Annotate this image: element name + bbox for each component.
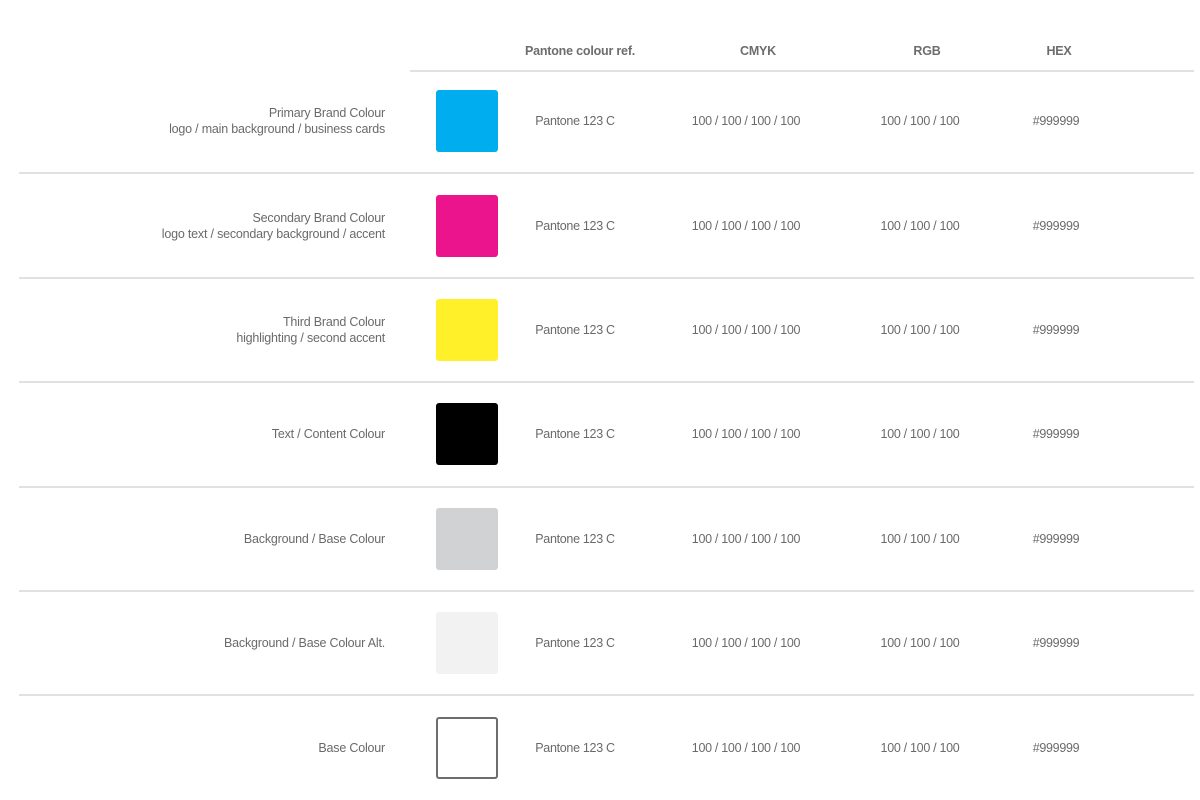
rgb-value: 100 / 100 / 100	[880, 322, 960, 337]
pantone-value: Pantone 123 C	[535, 531, 615, 546]
cmyk-value: 100 / 100 / 100 / 100	[691, 531, 801, 546]
colour-title: Third Brand Colour	[282, 314, 385, 329]
colour-title: Base Colour	[318, 740, 385, 755]
header-pantone: Pantone colour ref.	[524, 44, 636, 58]
pantone-value: Pantone 123 C	[535, 740, 615, 755]
hex-value: #999999	[1032, 114, 1080, 129]
colour-swatch	[436, 716, 498, 779]
table-header: Pantone colour ref. CMYK RGB HEX	[410, 0, 1194, 72]
rgb-value: 100 / 100 / 100	[880, 740, 960, 755]
hex-value: #999999	[1032, 218, 1080, 233]
colour-title: Secondary Brand Colour	[252, 210, 386, 225]
hex-value: #999999	[1032, 322, 1080, 337]
colour-swatch	[436, 507, 498, 570]
colour-row: Secondary Brand Colour logo text / secon…	[19, 172, 1194, 276]
cmyk-value: 100 / 100 / 100 / 100	[691, 114, 801, 129]
colour-label: Primary Brand Colour logo / main backgro…	[169, 105, 385, 137]
colour-row: Background / Base Colour Pantone 123 C 1…	[19, 485, 1194, 590]
colour-usage: logo text / secondary background / accen…	[161, 226, 385, 241]
rgb-value: 100 / 100 / 100	[880, 636, 960, 651]
rgb-value: 100 / 100 / 100	[880, 531, 960, 546]
rgb-value: 100 / 100 / 100	[880, 427, 960, 442]
pantone-value: Pantone 123 C	[535, 114, 615, 129]
colour-label: Background / Base Colour Alt.	[224, 635, 385, 651]
cmyk-value: 100 / 100 / 100 / 100	[691, 427, 801, 442]
cmyk-value: 100 / 100 / 100 / 100	[691, 218, 801, 233]
colour-table: Primary Brand Colour logo / main backgro…	[19, 70, 1194, 799]
colour-label: Text / Content Colour	[272, 426, 385, 442]
rgb-value: 100 / 100 / 100	[880, 218, 960, 233]
pantone-value: Pantone 123 C	[535, 218, 615, 233]
colour-row: Text / Content Colour Pantone 123 C 100 …	[19, 381, 1194, 485]
colour-swatch	[436, 612, 498, 675]
colour-title: Primary Brand Colour	[268, 106, 385, 121]
colour-row: Base Colour Pantone 123 C 100 / 100 / 10…	[19, 694, 1194, 798]
colour-swatch	[436, 403, 498, 466]
colour-title: Text / Content Colour	[271, 427, 385, 442]
header-cmyk: CMYK	[739, 44, 777, 58]
colour-usage: highlighting / second accent	[236, 330, 385, 345]
colour-row: Background / Base Colour Alt. Pantone 12…	[19, 589, 1194, 694]
cmyk-value: 100 / 100 / 100 / 100	[691, 636, 801, 651]
hex-value: #999999	[1032, 427, 1080, 442]
pantone-value: Pantone 123 C	[535, 636, 615, 651]
hex-value: #999999	[1032, 740, 1080, 755]
cmyk-value: 100 / 100 / 100 / 100	[691, 740, 801, 755]
colour-label: Base Colour	[318, 740, 385, 756]
hex-value: #999999	[1032, 636, 1080, 651]
colour-title: Background / Base Colour	[243, 531, 385, 546]
colour-row: Primary Brand Colour logo / main backgro…	[19, 70, 1194, 172]
rgb-value: 100 / 100 / 100	[880, 114, 960, 129]
colour-usage: logo / main background / business cards	[169, 122, 385, 137]
colour-label: Third Brand Colour highlighting / second…	[236, 314, 385, 346]
colour-row: Third Brand Colour highlighting / second…	[19, 276, 1194, 381]
colour-swatch	[436, 194, 498, 257]
colour-label: Background / Base Colour	[244, 531, 385, 547]
hex-value: #999999	[1032, 531, 1080, 546]
pantone-value: Pantone 123 C	[535, 322, 615, 337]
colour-title: Background / Base Colour Alt.	[224, 636, 385, 651]
pantone-value: Pantone 123 C	[535, 427, 615, 442]
cmyk-value: 100 / 100 / 100 / 100	[691, 322, 801, 337]
colour-swatch	[436, 298, 498, 361]
colour-swatch	[436, 90, 498, 153]
colour-label: Secondary Brand Colour logo text / secon…	[162, 210, 385, 242]
header-rgb: RGB	[913, 44, 941, 58]
header-hex: HEX	[1046, 44, 1072, 58]
